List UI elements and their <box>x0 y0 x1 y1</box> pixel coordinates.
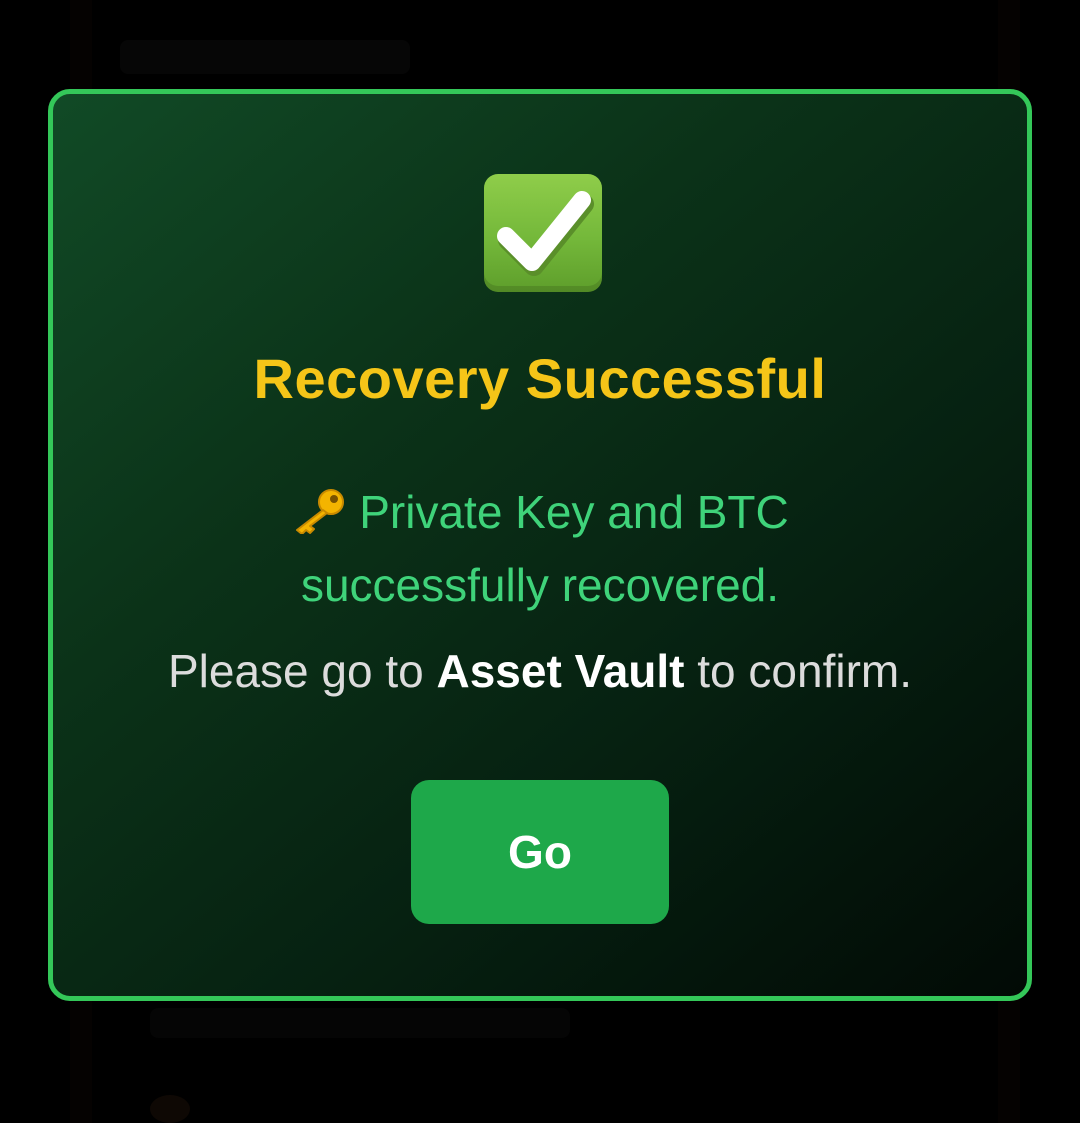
asset-vault-label: Asset Vault <box>436 645 685 697</box>
background-element <box>150 1008 570 1038</box>
confirm-prefix: Please go to <box>167 645 424 697</box>
background-element <box>150 1095 190 1123</box>
confirm-instruction: Please go to Asset Vault to confirm. <box>53 644 1027 698</box>
message-line-2: successfully recovered. <box>300 559 780 611</box>
check-mark-button-icon <box>484 174 602 292</box>
key-icon <box>291 482 347 535</box>
background-element <box>120 40 410 74</box>
dialog-title: Recovery Successful <box>253 347 827 410</box>
recovery-message: Private Key and BTC successfully recover… <box>53 476 1027 622</box>
confirm-suffix: to confirm. <box>697 645 913 697</box>
message-line-1: Private Key and BTC <box>53 476 1027 549</box>
go-button[interactable]: Go <box>411 780 669 924</box>
recovery-success-dialog: Recovery Successful Private Key and BTC … <box>48 89 1032 1001</box>
message-text-1: Private Key and BTC <box>359 486 789 538</box>
